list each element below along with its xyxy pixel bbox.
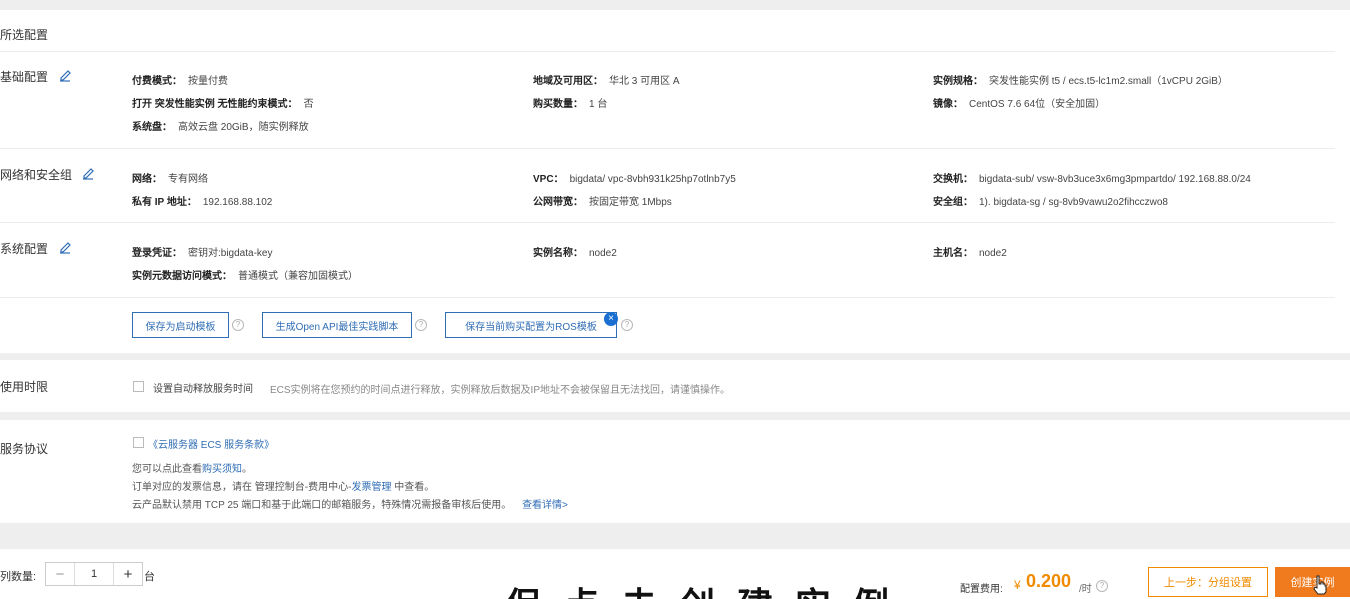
video-subtitle: 保 点 击 创 建 实 例 [505, 586, 895, 599]
auto-release-label: 设置自动释放服务时间 [153, 384, 253, 395]
help-icon[interactable]: ? [232, 319, 244, 331]
divider [0, 297, 1335, 298]
edit-network-icon[interactable] [81, 166, 95, 180]
help-icon[interactable]: ? [1096, 580, 1108, 592]
service-agreement-panel: 服务协议 《云服务器 ECS 服务条款》 您可以点此查看购买须知。 订单对应的发… [0, 420, 1350, 523]
close-icon[interactable]: × [604, 312, 618, 326]
quantity-label: 列数量: [0, 571, 37, 583]
plus-button[interactable]: + [114, 563, 142, 585]
system-disk: 系统盘： 高效云盘 20GiB，随实例释放 [132, 122, 309, 133]
divider [0, 222, 1335, 223]
generate-openapi-button[interactable]: 生成Open API最佳实践脚本 [262, 312, 412, 338]
tcp25-line: 云产品默认禁用 TCP 25 端口和基于此端口的邮箱服务，特殊情况需报备审核后使… [132, 500, 568, 511]
public-bandwidth: 公网带宽： 按固定带宽 1Mbps [533, 197, 672, 208]
vswitch: 交换机： bigdata-sub/ vsw-8vb3uce3x6mg3pmpart… [933, 174, 1251, 185]
edit-basic-icon[interactable] [58, 68, 72, 82]
invoice-line: 订单对应的发票信息，请在 管理控制台-费用中心-发票管理 中查看。 [132, 482, 435, 493]
basic-config-title: 基础配置 [0, 70, 49, 84]
instance-type: 实例规格： 突发性能实例 t5 / ecs.t5-lc1m2.small（1vCP… [933, 76, 1228, 87]
agreement-checkbox[interactable] [133, 437, 144, 448]
instance-name: 实例名称： node2 [533, 248, 617, 259]
selected-config-title: 所选配置 [0, 28, 49, 42]
auto-release-checkbox[interactable] [133, 381, 144, 392]
service-agreement-title: 服务协议 [0, 442, 49, 456]
quantity-stepper: − 1 + [45, 562, 143, 586]
fee-label: 配置费用: [960, 584, 1003, 595]
unlimited-mode: 打开 突发性能实例 无性能约束模式：否 [132, 99, 314, 110]
pay-mode: 付费模式： 按量付费 [132, 76, 228, 87]
invoice-management-link[interactable]: 发票管理 [351, 482, 391, 493]
usage-period-title: 使用时限 [0, 380, 49, 394]
save-ros-template-button[interactable]: 保存当前购买配置为ROS模板 [445, 312, 617, 338]
hand-cursor-icon [1313, 575, 1327, 595]
vpc: VPC： bigdata/ vpc-8vbh931k25hp7otlnb7y5 [533, 174, 736, 185]
currency-symbol: ¥ [1014, 578, 1021, 592]
hostname: 主机名： node2 [933, 248, 1007, 259]
edit-system-icon[interactable] [58, 240, 72, 254]
auto-release-hint: ECS实例将在您预约的时间点进行释放，实例释放后数据及IP地址不会被保留且无法找… [270, 385, 731, 396]
help-icon[interactable]: ? [415, 319, 427, 331]
image: 镜像： CentOS 7.6 64位（安全加固） [933, 99, 1106, 110]
region-zone: 地域及可用区： 华北 3 可用区 A [533, 76, 680, 87]
purchase-count: 购买数量： 1 台 [533, 99, 608, 110]
security-group: 安全组： 1). bigdata-sg / sg-8vb9vawu2o2fihcc… [933, 197, 1168, 208]
view-details-link[interactable]: 查看详情> [522, 500, 568, 511]
network-config-title: 网络和安全组 [0, 168, 73, 182]
divider [0, 148, 1335, 149]
terms-link[interactable]: 《云服务器 ECS 服务条款》 [148, 436, 274, 451]
minus-button[interactable]: − [46, 563, 74, 585]
system-config-title: 系统配置 [0, 242, 49, 256]
private-ip: 私有 IP 地址： 192.168.88.102 [132, 197, 273, 208]
metadata-mode: 实例元数据访问模式： 普通模式（兼容加固模式） [132, 271, 358, 282]
previous-step-button[interactable]: 上一步：分组设置 [1148, 567, 1268, 597]
divider [0, 51, 1335, 52]
selected-config-panel: 所选配置 基础配置 付费模式： 按量付费 地域及可用区： 华北 3 可用区 A 实例… [0, 10, 1350, 353]
usage-period-panel: 使用时限 设置自动释放服务时间 ECS实例将在您预约的时间点进行释放，实例释放后… [0, 360, 1350, 412]
price-unit: /时 [1079, 584, 1092, 595]
purchase-notice-link[interactable]: 购买须知 [202, 464, 242, 475]
price-value: 0.200 [1026, 571, 1072, 591]
help-icon[interactable]: ? [621, 319, 633, 331]
quantity-input[interactable]: 1 [74, 563, 114, 585]
save-launch-template-button[interactable]: 保存为启动模板 [132, 312, 229, 338]
login-credential: 登录凭证： 密钥对:bigdata-key [132, 248, 273, 259]
quantity-unit: 台 [144, 571, 155, 583]
purchase-notice-line: 您可以点此查看购买须知。 [132, 464, 252, 475]
network-type: 网络： 专有网络 [132, 174, 208, 185]
